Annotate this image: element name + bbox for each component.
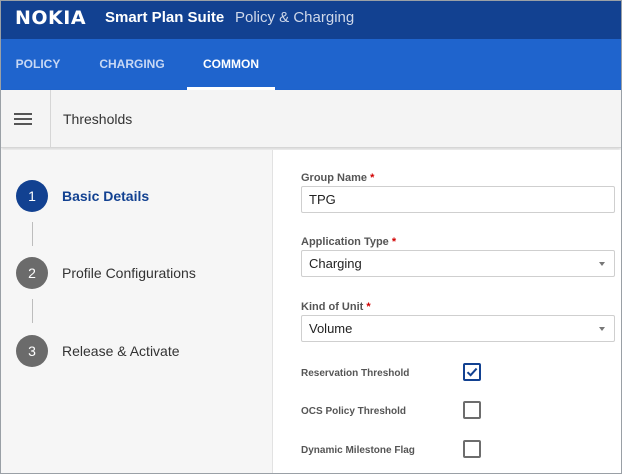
tab-charging[interactable]: CHARGING xyxy=(91,39,173,90)
product-name: Policy & Charging xyxy=(235,9,355,26)
checkmark-icon xyxy=(466,367,478,377)
dynamic-milestone-flag-checkbox[interactable] xyxy=(463,440,481,458)
tab-common-label: COMMON xyxy=(203,57,259,71)
brand-bar: NOKIA Smart Plan Suite Policy & Charging xyxy=(1,1,621,39)
wizard-stepper: 1 Basic Details 2 Profile Configurations… xyxy=(1,150,273,473)
page-toolbar: Thresholds xyxy=(1,90,621,148)
step-release-activate[interactable]: Release & Activate xyxy=(62,343,180,359)
step-basic-details[interactable]: Basic Details xyxy=(62,188,149,204)
application-type-select[interactable]: Charging xyxy=(301,250,615,277)
ocs-policy-threshold-label: OCS Policy Threshold xyxy=(301,406,407,417)
required-mark: * xyxy=(370,172,375,184)
main-tab-bar: POLICY CHARGING COMMON xyxy=(1,39,621,90)
tab-common[interactable]: COMMON xyxy=(187,39,275,90)
kind-of-unit-label: Kind of Unit * xyxy=(301,301,371,313)
group-name-value: TPG xyxy=(309,192,336,207)
kind-of-unit-value: Volume xyxy=(309,321,353,336)
step-connector xyxy=(32,299,33,323)
reservation-threshold-label: Reservation Threshold xyxy=(301,368,410,379)
application-type-label: Application Type * xyxy=(301,236,397,248)
app-window: NOKIA Smart Plan Suite Policy & Charging… xyxy=(0,0,622,474)
hamburger-menu-icon[interactable] xyxy=(1,90,51,147)
group-name-label: Group Name * xyxy=(301,172,375,184)
kind-of-unit-select[interactable]: Volume xyxy=(301,315,615,342)
basic-details-form: Group Name * TPG Application Type * Char… xyxy=(273,150,621,473)
step-profile-configurations[interactable]: Profile Configurations xyxy=(62,265,196,281)
tab-charging-label: CHARGING xyxy=(99,57,165,71)
step-1-badge: 1 xyxy=(16,180,48,212)
suite-name: Smart Plan Suite xyxy=(105,9,225,26)
application-type-value: Charging xyxy=(309,256,362,271)
step-connector xyxy=(32,222,33,246)
dropdown-arrow-icon xyxy=(599,262,605,266)
tab-policy-label: POLICY xyxy=(15,57,61,71)
step-2-badge: 2 xyxy=(16,257,48,289)
required-mark: * xyxy=(366,301,371,313)
step-3-badge: 3 xyxy=(16,335,48,367)
dropdown-arrow-icon xyxy=(599,327,605,331)
ocs-policy-threshold-checkbox[interactable] xyxy=(463,401,481,419)
page-title: Thresholds xyxy=(63,111,133,127)
required-mark: * xyxy=(391,236,397,248)
dynamic-milestone-flag-label: Dynamic Milestone Flag xyxy=(301,445,415,456)
tab-policy[interactable]: POLICY xyxy=(3,39,73,90)
nokia-logo: NOKIA xyxy=(15,7,87,29)
group-name-input[interactable]: TPG xyxy=(301,186,615,213)
reservation-threshold-checkbox[interactable] xyxy=(463,363,481,381)
